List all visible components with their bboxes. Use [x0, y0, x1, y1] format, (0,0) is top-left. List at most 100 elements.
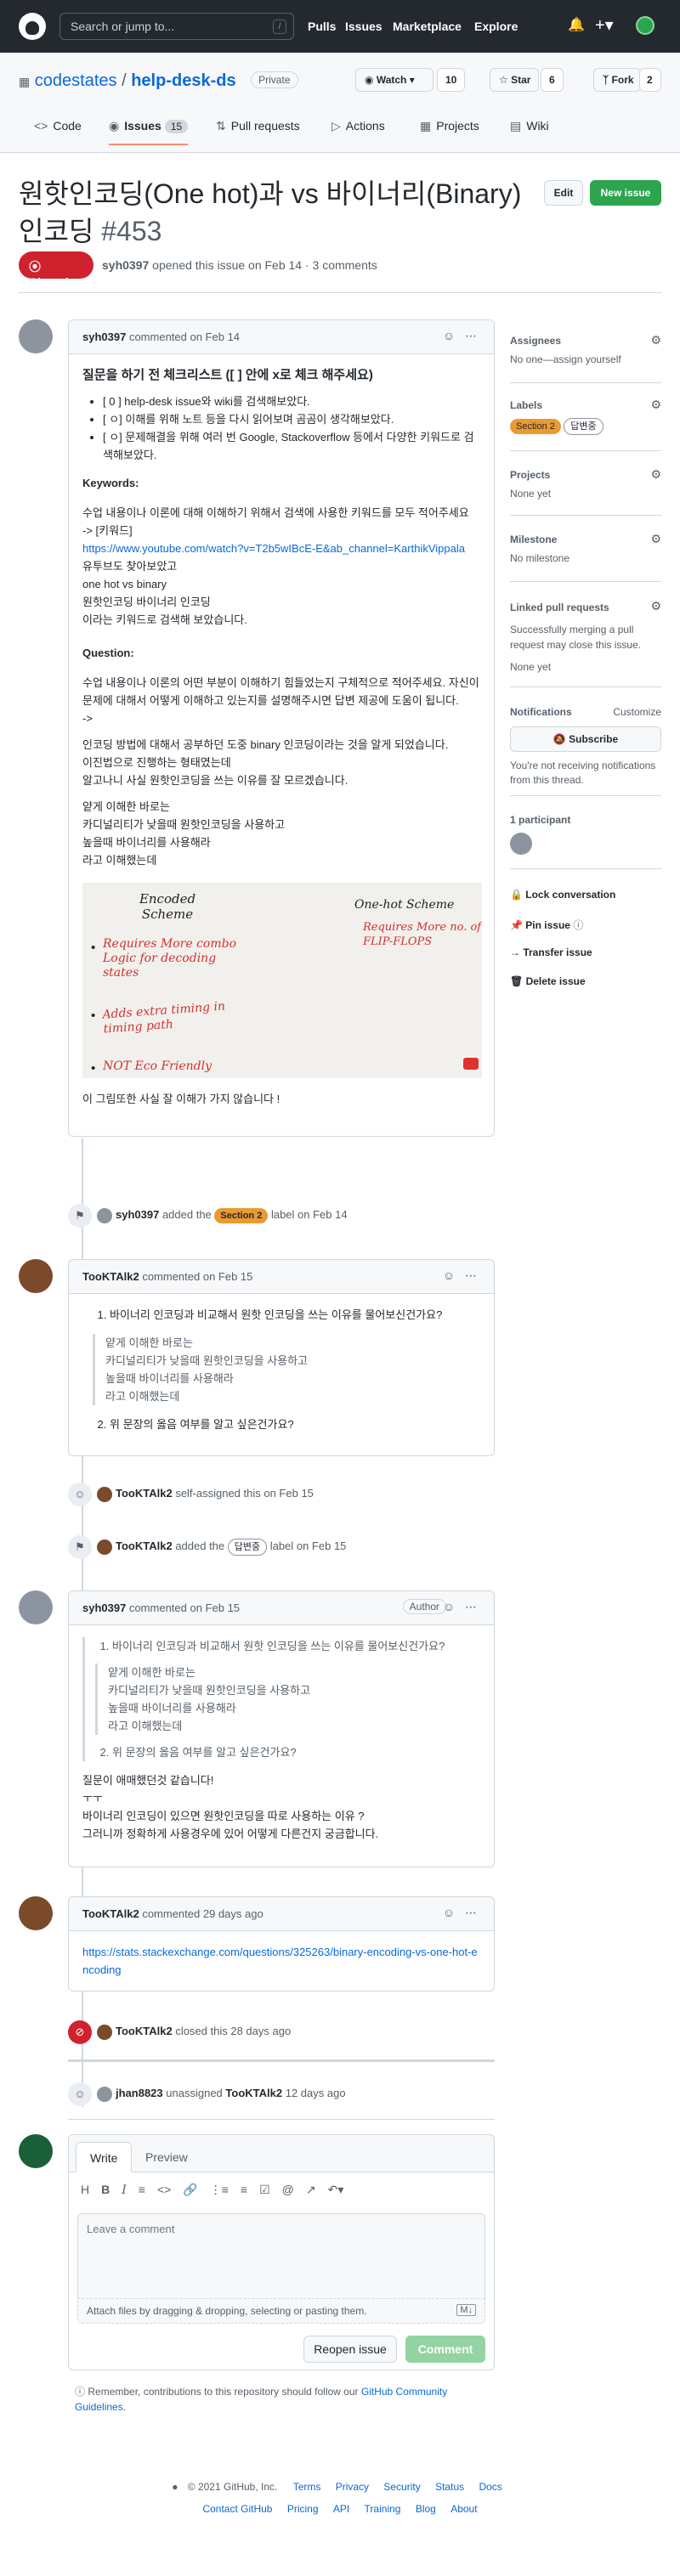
sidebar-heading[interactable]: Linked pull requests ⚙: [510, 598, 661, 615]
comment-author[interactable]: syh0397: [82, 1602, 126, 1614]
label-answering[interactable]: 답변중: [227, 1539, 268, 1556]
nav-issues[interactable]: Issues: [345, 20, 382, 33]
comment-date[interactable]: commented 29 days ago: [142, 1907, 263, 1920]
event-actor[interactable]: TooKTAlk2: [116, 1487, 173, 1500]
tab-code[interactable]: <> Code: [34, 119, 82, 133]
delete-issue-action[interactable]: 🗑 Delete issue: [510, 975, 586, 987]
subscribe-button[interactable]: 🔕 Subscribe: [510, 726, 661, 752]
task-list-icon[interactable]: ☑: [259, 2183, 270, 2197]
kebab-menu-icon[interactable]: ⋯: [465, 1906, 480, 1919]
bell-icon[interactable]: 🔔: [568, 18, 585, 33]
saved-reply-icon[interactable]: ↶▾: [328, 2183, 344, 2197]
lock-conversation-action[interactable]: 🔒 Lock conversation: [510, 889, 615, 901]
assignees-value[interactable]: No one—assign yourself: [510, 353, 661, 365]
star-count[interactable]: 6: [541, 68, 564, 92]
avatar[interactable]: [19, 1259, 53, 1293]
gear-icon[interactable]: ⚙: [650, 598, 661, 613]
event-actor[interactable]: TooKTAlk2: [116, 2025, 173, 2037]
new-issue-button[interactable]: New issue: [590, 180, 661, 206]
nav-pulls[interactable]: Pulls: [308, 20, 336, 33]
bold-icon[interactable]: B: [101, 2183, 110, 2196]
search-input[interactable]: Search or jump to... /: [60, 13, 294, 40]
footer-link[interactable]: Blog: [416, 2503, 436, 2515]
footer-link[interactable]: Contact GitHub: [202, 2503, 272, 2515]
unordered-list-icon[interactable]: ⋮≡: [210, 2183, 229, 2197]
avatar[interactable]: [19, 1590, 53, 1624]
plus-icon[interactable]: +▾: [595, 17, 614, 34]
sidebar-heading[interactable]: Milestone ⚙: [510, 532, 661, 546]
kebab-menu-icon[interactable]: ⋯: [465, 1268, 480, 1282]
heading-icon[interactable]: H: [81, 2183, 89, 2196]
ordered-list-icon[interactable]: ≡: [241, 2183, 247, 2196]
gear-icon[interactable]: ⚙: [650, 333, 661, 347]
whiteboard-image[interactable]: Encoded Scheme One-hot Scheme • Requires…: [82, 883, 482, 1078]
comment-date[interactable]: commented on Feb 14: [129, 330, 240, 343]
edit-button[interactable]: Edit: [544, 180, 583, 206]
comment-author-link[interactable]: TooKTAlk2: [82, 1907, 139, 1920]
smiley-icon[interactable]: ☺: [443, 329, 458, 342]
fork-button[interactable]: ᛉ Fork: [593, 68, 641, 92]
kebab-menu-icon[interactable]: ⋯: [465, 329, 480, 342]
avatar[interactable]: [97, 1207, 112, 1223]
smiley-icon[interactable]: ☺: [443, 1906, 458, 1919]
avatar[interactable]: [97, 1486, 112, 1502]
code-icon[interactable]: <>: [157, 2183, 171, 2196]
sidebar-heading[interactable]: Assignees ⚙: [510, 333, 661, 347]
tab-write[interactable]: Write: [76, 2142, 133, 2172]
event-target-link[interactable]: TooKTAlk2: [225, 2087, 282, 2099]
event-actor-link[interactable]: TooKTAlk2: [116, 2025, 173, 2037]
mention-icon[interactable]: @: [282, 2183, 294, 2196]
watch-count[interactable]: 10: [437, 68, 466, 92]
event-actor-link[interactable]: TooKTAlk2: [116, 1487, 173, 1500]
quote-icon[interactable]: ≡: [139, 2183, 145, 2196]
footer-link[interactable]: Pricing: [287, 2503, 319, 2515]
repo-name[interactable]: help-desk-ds: [131, 71, 235, 90]
avatar[interactable]: [97, 2086, 112, 2102]
repo-owner-link[interactable]: codestates: [35, 71, 117, 90]
avatar[interactable]: [19, 319, 53, 353]
gear-icon[interactable]: ⚙: [650, 467, 661, 482]
event-actor[interactable]: syh0397: [116, 1208, 159, 1221]
comment-button[interactable]: Comment: [405, 2336, 485, 2363]
footer-link[interactable]: API: [333, 2503, 349, 2515]
comment-author[interactable]: TooKTAlk2: [82, 1907, 139, 1920]
cross-reference-icon[interactable]: ↗: [306, 2183, 316, 2197]
kebab-menu-icon[interactable]: ⋯: [465, 1600, 480, 1613]
label-answering[interactable]: 답변중: [564, 418, 604, 435]
italic-icon[interactable]: I: [122, 2183, 127, 2197]
github-logo-icon[interactable]: [19, 13, 46, 40]
repo-name-link[interactable]: help-desk-ds: [131, 71, 235, 90]
user-avatar[interactable]: [636, 16, 654, 35]
tab-pull-requests[interactable]: ⇅ Pull requests: [216, 119, 300, 133]
gear-icon[interactable]: ⚙: [650, 532, 661, 546]
sidebar-heading[interactable]: Projects ⚙: [510, 467, 661, 482]
footer-link[interactable]: Terms: [293, 2481, 321, 2493]
transfer-issue-action[interactable]: → Transfer issue: [510, 946, 592, 958]
label-section-2[interactable]: Section 2: [214, 1208, 269, 1223]
tab-actions[interactable]: ▷ Actions: [332, 119, 385, 133]
reopen-issue-button[interactable]: Reopen issue: [303, 2336, 397, 2363]
avatar[interactable]: [19, 2134, 53, 2168]
tab-preview[interactable]: Preview: [132, 2142, 201, 2172]
footer-link[interactable]: Training: [365, 2503, 401, 2515]
sidebar-heading[interactable]: Labels ⚙: [510, 398, 661, 412]
nav-explore[interactable]: Explore: [474, 20, 518, 33]
issue-author[interactable]: syh0397: [102, 258, 149, 272]
tab-wiki[interactable]: ▤ Wiki: [510, 119, 549, 133]
comment-author-link[interactable]: syh0397: [82, 1602, 126, 1614]
stackexchange-link[interactable]: https://stats.stackexchange.com/question…: [82, 1943, 480, 1979]
footer-link[interactable]: Status: [435, 2481, 464, 2493]
tab-projects[interactable]: ▦ Projects: [420, 119, 479, 133]
markdown-icon[interactable]: M↓: [456, 2304, 476, 2316]
comment-author[interactable]: syh0397: [82, 330, 126, 343]
github-mark-icon[interactable]: ●: [172, 2481, 178, 2493]
avatar[interactable]: [510, 833, 532, 855]
comment-author-link[interactable]: syh0397: [82, 330, 126, 343]
footer-link[interactable]: Docs: [479, 2481, 502, 2493]
watch-button[interactable]: ◉ Watch ▾: [355, 68, 434, 92]
star-button[interactable]: ☆ Star: [490, 68, 539, 92]
event-actor-link[interactable]: jhan8823: [116, 2087, 163, 2099]
gear-icon[interactable]: ⚙: [650, 398, 661, 412]
footer-link[interactable]: Security: [383, 2481, 420, 2493]
avatar[interactable]: [97, 2024, 112, 2040]
